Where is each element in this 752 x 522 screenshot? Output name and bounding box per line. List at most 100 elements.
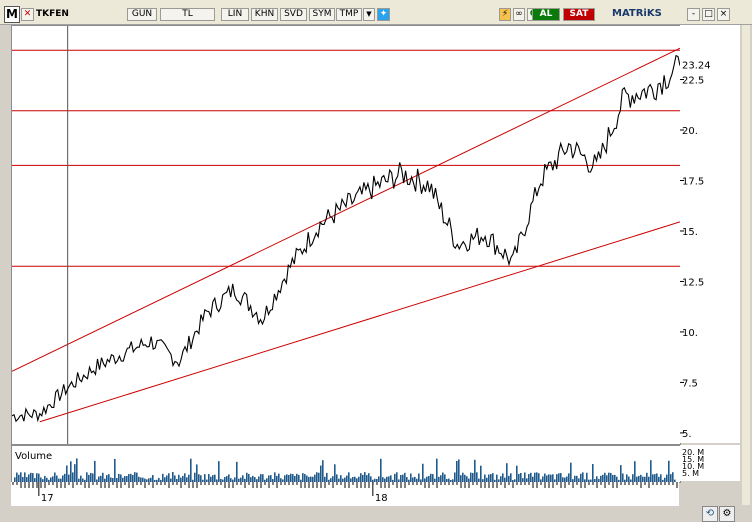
volume-chart: Volume bbox=[14, 451, 676, 482]
symbol-button[interactable]: SYM bbox=[309, 8, 335, 21]
volume-bar bbox=[528, 474, 530, 482]
volume-bar bbox=[94, 460, 96, 482]
volume-bar bbox=[172, 472, 174, 482]
sync-icon[interactable]: ⟲ bbox=[702, 506, 718, 522]
volume-bar bbox=[320, 465, 322, 482]
twitter-icon[interactable]: ✦ bbox=[377, 8, 390, 21]
period-button[interactable]: GUN bbox=[127, 8, 157, 21]
volume-bar bbox=[614, 474, 616, 482]
save-button[interactable]: SVD bbox=[280, 8, 307, 21]
volume-bar bbox=[634, 461, 636, 482]
volume-bar bbox=[404, 472, 406, 482]
volume-bar bbox=[622, 473, 624, 482]
template-button[interactable]: TMP bbox=[336, 8, 362, 21]
volume-bar bbox=[560, 473, 562, 482]
price-plot[interactable] bbox=[11, 25, 681, 445]
volume-bar bbox=[656, 473, 658, 482]
volume-bar bbox=[38, 473, 40, 482]
volume-bar bbox=[492, 473, 494, 482]
volume-plot[interactable]: Volume bbox=[11, 445, 681, 483]
volume-axis-ticks: 20. M15. M10. M5. M bbox=[682, 448, 704, 478]
close-symbol-icon[interactable]: ✕ bbox=[21, 8, 34, 21]
dropdown-icon[interactable]: ▼ bbox=[363, 8, 375, 21]
volume-bar bbox=[394, 473, 396, 482]
volume-axis: 20. M 15. M 10. M 5. M bbox=[680, 445, 740, 481]
volume-bar bbox=[114, 458, 116, 482]
scale-button[interactable]: LIN bbox=[221, 8, 249, 21]
volume-bar bbox=[16, 472, 18, 482]
volume-bar bbox=[568, 473, 570, 482]
toolbar: M ✕ TKFEN GUN TL LIN KHN SVD SYM TMP ▼ ✦… bbox=[0, 0, 752, 25]
volume-bar bbox=[530, 472, 532, 482]
volume-bar bbox=[474, 459, 476, 482]
volume-bar bbox=[204, 474, 206, 482]
sell-button[interactable]: SAT bbox=[563, 8, 595, 21]
volume-bar bbox=[326, 472, 328, 482]
volume-bar bbox=[436, 458, 438, 482]
y-tick-label-4: 15. bbox=[682, 227, 698, 238]
volume-bar bbox=[194, 472, 196, 482]
volume-bar bbox=[458, 459, 460, 482]
price-axis-ticks: 5. 7.5 10. 12.5 15. 17.5 20. 22.5 23.24 bbox=[680, 61, 711, 440]
volume-bar bbox=[460, 475, 462, 482]
volume-bar bbox=[128, 474, 130, 482]
volume-bar bbox=[632, 474, 634, 482]
volume-bar bbox=[454, 472, 456, 482]
settings-icon[interactable]: ⚙ bbox=[719, 506, 735, 522]
volume-bar bbox=[516, 465, 518, 482]
symbol-label[interactable]: TKFEN bbox=[36, 8, 69, 21]
volume-bar bbox=[298, 474, 300, 482]
y-tick-label-1: 7.5 bbox=[682, 378, 698, 389]
volume-bar bbox=[270, 475, 272, 482]
volume-bar bbox=[246, 472, 248, 482]
volume-bar bbox=[284, 475, 286, 482]
volume-bar bbox=[70, 461, 72, 482]
volume-bar bbox=[366, 475, 368, 482]
volume-bar bbox=[64, 473, 66, 482]
matriks-m-icon[interactable]: M bbox=[4, 6, 20, 23]
volume-bar bbox=[666, 474, 668, 482]
buy-button[interactable]: AL bbox=[532, 8, 560, 21]
volume-tick-label-3: 5. M bbox=[682, 469, 699, 478]
volume-bar bbox=[604, 472, 606, 482]
volume-bar bbox=[660, 474, 662, 482]
volume-bar bbox=[476, 472, 478, 482]
volume-bar bbox=[90, 472, 92, 482]
volume-bar bbox=[86, 472, 88, 482]
volume-bar bbox=[390, 475, 392, 482]
volume-bar bbox=[650, 460, 652, 482]
minimize-button[interactable]: - bbox=[687, 8, 700, 21]
volume-bar bbox=[444, 474, 446, 482]
currency-button[interactable]: TL bbox=[160, 8, 215, 21]
volume-bar bbox=[218, 461, 220, 482]
candle-button[interactable]: KHN bbox=[251, 8, 278, 21]
volume-bar bbox=[430, 473, 432, 482]
trend-line-1 bbox=[39, 221, 681, 423]
y-tick-label-6: 20. bbox=[682, 126, 698, 137]
volume-bar bbox=[304, 473, 306, 482]
volume-bar bbox=[278, 473, 280, 482]
volume-bar bbox=[28, 474, 30, 482]
lightning-icon[interactable]: ⚡ bbox=[499, 8, 511, 21]
volume-bar bbox=[316, 472, 318, 482]
volume-bar bbox=[54, 472, 56, 482]
volume-bar bbox=[322, 460, 324, 482]
volume-bar bbox=[88, 474, 90, 482]
chain-icon[interactable]: ∞ bbox=[513, 8, 525, 21]
volume-bar bbox=[484, 474, 486, 482]
volume-bar bbox=[32, 473, 34, 482]
close-button[interactable]: × bbox=[717, 8, 730, 21]
volume-bar bbox=[654, 474, 656, 482]
volume-bar bbox=[606, 475, 608, 482]
volume-bar bbox=[118, 473, 120, 482]
right-scrollbar[interactable] bbox=[742, 25, 750, 505]
volume-bar bbox=[670, 474, 672, 482]
volume-bar bbox=[24, 472, 26, 482]
volume-bar bbox=[550, 474, 552, 482]
volume-bar bbox=[248, 473, 250, 482]
maximize-button[interactable]: □ bbox=[702, 8, 715, 21]
volume-label: Volume bbox=[15, 451, 52, 462]
volume-bar bbox=[348, 472, 350, 482]
volume-bar bbox=[212, 475, 214, 482]
volume-bar bbox=[362, 474, 364, 482]
